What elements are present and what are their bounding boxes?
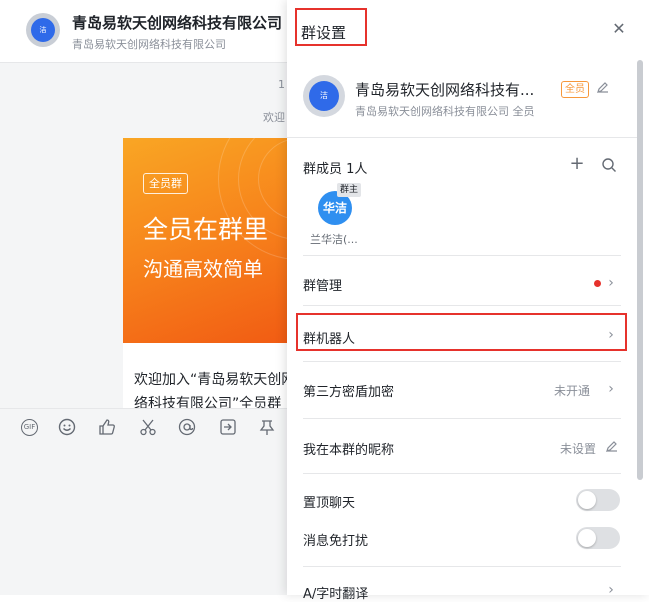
divider	[303, 255, 621, 256]
auto-translate-label[interactable]: A/字时翻译	[303, 583, 368, 602]
add-member-icon[interactable]: +	[569, 155, 585, 173]
welcome-card[interactable]: 全员群 全员在群里 沟通高效简单 欢迎加入“青岛易软天创网络科技有限公司”全员群	[123, 138, 303, 408]
member-name: 兰华洁(...	[310, 233, 358, 246]
chat-avatar-text: 洁	[31, 18, 55, 42]
card-text: 欢迎加入“青岛易软天创网络科技有限公司”全员群	[134, 372, 296, 408]
group-settings-panel: 群设置 ✕ 洁 青岛易软天创网络科技有... 全员 青岛易软天创网络科技有限公司…	[287, 0, 649, 602]
divider	[287, 137, 637, 138]
share-icon[interactable]	[219, 418, 237, 436]
third-party-encryption-value: 未开通	[554, 384, 591, 398]
my-nickname-label: 我在本群的昵称	[303, 443, 395, 458]
edit-icon[interactable]	[596, 80, 610, 94]
message-toolbar: GIF	[0, 408, 300, 445]
notification-dot	[594, 280, 601, 287]
mute-notifications-label: 消息免打扰	[303, 534, 369, 549]
scissors-icon[interactable]	[139, 418, 157, 436]
chevron-right-icon: ›	[608, 381, 614, 397]
message-time: 1	[278, 78, 285, 91]
thumbs-up-icon[interactable]	[98, 418, 116, 436]
pin-chat-toggle[interactable]	[576, 489, 620, 511]
chat-title: 青岛易软天创网络科技有限公司	[72, 14, 283, 32]
scrollbar[interactable]	[637, 60, 643, 480]
my-nickname-value: 未设置	[560, 442, 597, 456]
panel-title: 群设置	[301, 24, 347, 42]
divider	[303, 361, 621, 362]
chevron-right-icon: ›	[608, 327, 614, 343]
chevron-right-icon: ›	[608, 275, 614, 291]
card-headline-2: 沟通高效简单	[143, 257, 263, 281]
gif-icon[interactable]: GIF	[21, 419, 38, 436]
card-tag: 全员群	[143, 173, 188, 194]
group-avatar[interactable]: 洁	[303, 75, 345, 117]
system-message: 欢迎	[263, 111, 285, 124]
chat-avatar[interactable]: 洁	[26, 13, 60, 47]
group-robot-label: 群机器人	[303, 332, 356, 347]
card-headline-1: 全员在群里	[143, 215, 269, 244]
edit-icon[interactable]	[605, 439, 619, 453]
pin-chat-label: 置顶聊天	[303, 496, 356, 511]
owner-badge: 群主	[337, 183, 362, 197]
divider	[303, 566, 621, 567]
group-name: 青岛易软天创网络科技有...	[355, 81, 535, 99]
members-count-label[interactable]: 群成员 1人	[303, 158, 367, 177]
divider	[303, 418, 621, 419]
emoji-icon[interactable]	[58, 418, 76, 436]
divider	[303, 473, 621, 474]
group-subtitle: 青岛易软天创网络科技有限公司 全员	[355, 105, 535, 118]
third-party-encryption-label: 第三方密盾加密	[303, 385, 395, 400]
divider	[303, 305, 621, 306]
all-members-badge: 全员	[561, 81, 589, 98]
mute-notifications-toggle[interactable]	[576, 527, 620, 549]
chat-subtitle: 青岛易软天创网络科技有限公司	[72, 38, 226, 51]
close-icon[interactable]: ✕	[610, 20, 628, 38]
search-icon[interactable]	[601, 157, 617, 173]
group-avatar-text: 洁	[309, 81, 339, 111]
group-manage-label: 群管理	[303, 279, 343, 294]
at-icon[interactable]	[178, 418, 196, 436]
pin-icon[interactable]	[258, 418, 276, 436]
